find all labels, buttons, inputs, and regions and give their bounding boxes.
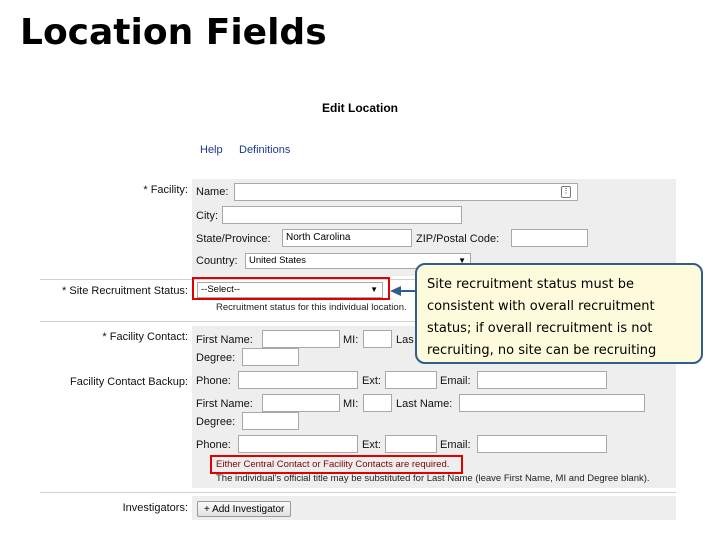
callout-text: Site recruitment status must be consiste… <box>427 277 657 358</box>
callout-note: Site recruitment status must be consiste… <box>415 263 703 364</box>
